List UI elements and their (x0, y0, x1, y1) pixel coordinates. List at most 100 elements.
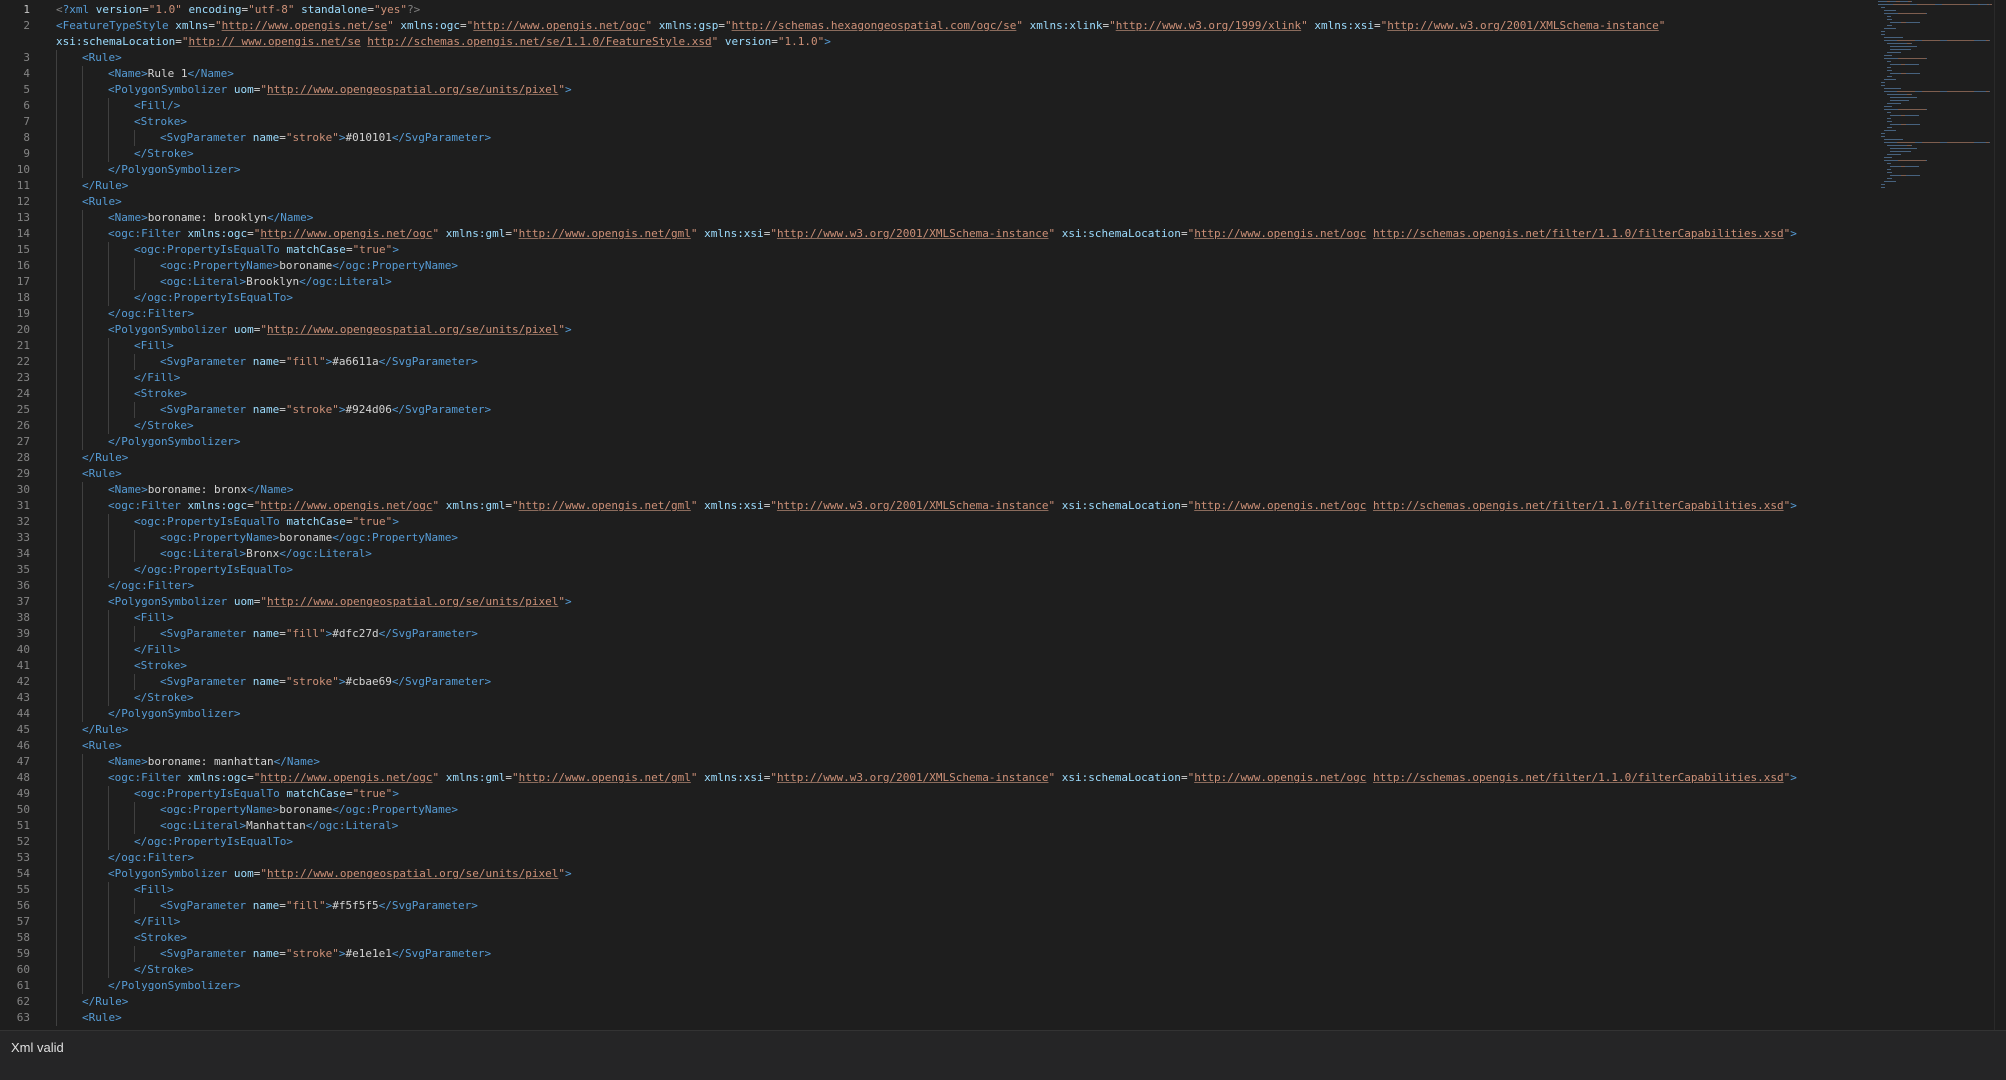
code-line[interactable]: </Fill> (56, 642, 1846, 658)
code-line[interactable]: </ogc:PropertyIsEqualTo> (56, 834, 1846, 850)
code-line[interactable]: <Stroke> (56, 114, 1846, 130)
code-line[interactable]: <ogc:Literal>Manhattan</ogc:Literal> (56, 818, 1846, 834)
code-token: = (279, 131, 286, 144)
code-line[interactable]: </ogc:Filter> (56, 306, 1846, 322)
code-line[interactable]: </ogc:Filter> (56, 578, 1846, 594)
code-token: > (565, 867, 572, 880)
minimap-token (1887, 172, 1892, 173)
code-line[interactable]: </PolygonSymbolizer> (56, 706, 1846, 722)
minimap-token (1890, 115, 1898, 116)
code-line[interactable]: </PolygonSymbolizer> (56, 978, 1846, 994)
code-line[interactable]: </Stroke> (56, 690, 1846, 706)
code-line[interactable]: <SvgParameter name="fill">#f5f5f5</SvgPa… (56, 898, 1846, 914)
code-token: </ogc:Literal> (299, 275, 392, 288)
code-line[interactable]: <Name>Rule 1</Name> (56, 66, 1846, 82)
code-line[interactable]: <ogc:PropertyName>boroname</ogc:Property… (56, 258, 1846, 274)
code-line[interactable]: <Name>boroname: manhattan</Name> (56, 754, 1846, 770)
code-line[interactable]: <PolygonSymbolizer uom="http://www.openg… (56, 594, 1846, 610)
indent-guide (56, 162, 57, 178)
code-line[interactable]: <SvgParameter name="stroke">#924d06</Svg… (56, 402, 1846, 418)
code-line[interactable]: <ogc:Literal>Bronx</ogc:Literal> (56, 546, 1846, 562)
code-line[interactable]: <ogc:Literal>Brooklyn</ogc:Literal> (56, 274, 1846, 290)
code-line[interactable]: </Rule> (56, 994, 1846, 1010)
code-line[interactable]: <PolygonSymbolizer uom="http://www.openg… (56, 322, 1846, 338)
code-line[interactable]: <?xml version="1.0" encoding="utf-8" sta… (56, 2, 1846, 18)
code-token: #dfc27d (332, 627, 379, 640)
code-line[interactable]: <ogc:PropertyIsEqualTo matchCase="true"> (56, 786, 1846, 802)
code-line[interactable]: <Stroke> (56, 386, 1846, 402)
vertical-scrollbar[interactable] (1994, 0, 2006, 1030)
indent-guide (56, 610, 57, 626)
code-line[interactable]: <FeatureTypeStyle xmlns="http://www.open… (56, 18, 1846, 50)
code-token: > (1790, 771, 1797, 784)
indent-guide (108, 386, 109, 402)
code-area[interactable]: <?xml version="1.0" encoding="utf-8" sta… (56, 2, 1846, 1026)
code-token: < (56, 3, 63, 16)
code-line[interactable]: </Stroke> (56, 962, 1846, 978)
code-line[interactable]: <ogc:PropertyName>boroname</ogc:Property… (56, 530, 1846, 546)
code-line[interactable]: <Name>boroname: bronx</Name> (56, 482, 1846, 498)
indent-guide (108, 98, 109, 114)
code-line[interactable]: <ogc:PropertyName>boroname</ogc:Property… (56, 802, 1846, 818)
minimap[interactable] (1878, 0, 1994, 200)
code-line[interactable]: <Fill/> (56, 98, 1846, 114)
indent-guide (56, 50, 57, 66)
code-line[interactable]: </Stroke> (56, 146, 1846, 162)
code-line[interactable]: <SvgParameter name="stroke">#e1e1e1</Svg… (56, 946, 1846, 962)
code-line[interactable]: </Rule> (56, 178, 1846, 194)
code-line[interactable]: <SvgParameter name="stroke">#cbae69</Svg… (56, 674, 1846, 690)
code-line[interactable]: <Stroke> (56, 930, 1846, 946)
code-line[interactable]: <Stroke> (56, 658, 1846, 674)
code-token: </Fill> (134, 371, 181, 384)
code-token: " (558, 323, 565, 336)
code-line[interactable]: </Fill> (56, 370, 1846, 386)
code-line[interactable]: </ogc:PropertyIsEqualTo> (56, 562, 1846, 578)
code-line[interactable]: <Rule> (56, 1010, 1846, 1026)
code-line[interactable]: </ogc:Filter> (56, 850, 1846, 866)
line-number: 16 (16, 259, 30, 272)
code-line[interactable]: <Rule> (56, 738, 1846, 754)
indent-guide (82, 578, 83, 594)
code-token: = (345, 243, 353, 256)
minimap-token (1887, 94, 1901, 95)
minimap-token (1899, 139, 1903, 140)
code-line[interactable]: <Fill> (56, 610, 1846, 626)
indent-guide (108, 626, 109, 642)
minimap-token (1884, 13, 1895, 14)
code-line[interactable]: <Name>boroname: brooklyn</Name> (56, 210, 1846, 226)
indent-guide (82, 66, 83, 82)
xml-editor[interactable]: 1 2 3 4 5 6 7 8 9 10 11 12 13 14 15 16 17 18 19 20 21 22 23 24 2… (0, 0, 2006, 1030)
code-line[interactable]: </Rule> (56, 450, 1846, 466)
code-line[interactable]: </Rule> (56, 722, 1846, 738)
line-number: 46 (16, 739, 30, 752)
code-token: "stroke" (285, 131, 339, 144)
code-line[interactable]: </PolygonSymbolizer> (56, 434, 1846, 450)
minimap-token (1918, 4, 1934, 5)
code-token: "stroke" (285, 675, 339, 688)
code-line[interactable]: <ogc:Filter xmlns:ogc="http://www.opengi… (56, 226, 1846, 242)
code-line[interactable]: <PolygonSymbolizer uom="http://www.openg… (56, 82, 1846, 98)
code-token: </ogc:PropertyIsEqualTo> (134, 291, 293, 304)
code-line[interactable]: <SvgParameter name="stroke">#010101</Svg… (56, 130, 1846, 146)
code-line[interactable]: <Rule> (56, 466, 1846, 482)
code-line[interactable]: <PolygonSymbolizer uom="http://www.openg… (56, 866, 1846, 882)
code-line[interactable]: </Stroke> (56, 418, 1846, 434)
code-line[interactable]: <ogc:PropertyIsEqualTo matchCase="true"> (56, 514, 1846, 530)
indent-guide (134, 626, 135, 642)
code-line[interactable]: <Rule> (56, 50, 1846, 66)
code-line[interactable]: <ogc:Filter xmlns:ogc="http://www.opengi… (56, 770, 1846, 786)
code-line[interactable]: <Fill> (56, 882, 1846, 898)
code-line[interactable]: <SvgParameter name="fill">#a6611a</SvgPa… (56, 354, 1846, 370)
code-line[interactable]: </PolygonSymbolizer> (56, 162, 1846, 178)
code-line[interactable]: <Fill> (56, 338, 1846, 354)
code-line[interactable]: <ogc:Filter xmlns:ogc="http://www.opengi… (56, 498, 1846, 514)
code-token: http://www.opengis.net/gml (518, 771, 691, 784)
code-line[interactable]: </ogc:PropertyIsEqualTo> (56, 290, 1846, 306)
minimap-token (1884, 157, 1892, 158)
line-number: 29 (16, 467, 30, 480)
code-line[interactable]: <ogc:PropertyIsEqualTo matchCase="true"> (56, 242, 1846, 258)
line-number: 24 (16, 387, 30, 400)
code-line[interactable]: <SvgParameter name="fill">#dfc27d</SvgPa… (56, 626, 1846, 642)
code-line[interactable]: </Fill> (56, 914, 1846, 930)
code-line[interactable]: <Rule> (56, 194, 1846, 210)
